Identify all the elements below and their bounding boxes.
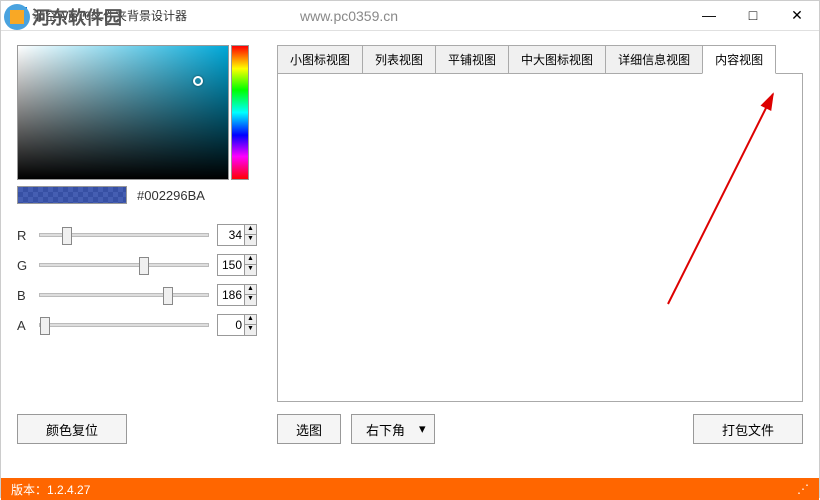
status-bar: 版本：1.2.4.27 ⋰ xyxy=(1,478,819,500)
slider-thumb-g[interactable] xyxy=(139,257,149,275)
tab-1[interactable]: 列表视图 xyxy=(362,45,436,74)
reset-color-button[interactable]: 颜色复位 xyxy=(17,414,127,444)
chevron-down-icon: ▾ xyxy=(419,421,426,437)
tab-0[interactable]: 小图标视图 xyxy=(277,45,363,74)
color-swatch xyxy=(17,186,127,204)
annotation-arrow xyxy=(658,84,798,314)
watermark-url: www.pc0359.cn xyxy=(300,8,398,24)
version-text: 版本：1.2.4.27 xyxy=(11,481,90,498)
dropdown-value: 右下角 xyxy=(366,420,405,439)
hue-slider[interactable] xyxy=(231,45,249,180)
slider-label-g: G xyxy=(17,258,31,273)
minimize-button[interactable]: — xyxy=(687,1,731,29)
input-g[interactable]: 150▲▼ xyxy=(217,254,257,276)
tab-2[interactable]: 平铺视图 xyxy=(435,45,509,74)
spin-down-icon[interactable]: ▼ xyxy=(244,325,256,335)
spin-up-icon[interactable]: ▲ xyxy=(244,225,256,235)
watermark-logo xyxy=(2,2,32,32)
tab-3[interactable]: 中大图标视图 xyxy=(508,45,606,74)
spin-down-icon[interactable]: ▼ xyxy=(244,265,256,275)
slider-a[interactable] xyxy=(39,323,209,327)
close-button[interactable]: ✕ xyxy=(775,1,819,29)
pack-file-button[interactable]: 打包文件 xyxy=(693,414,803,444)
resize-grip-icon[interactable]: ⋰ xyxy=(797,482,809,496)
spin-up-icon[interactable]: ▲ xyxy=(244,285,256,295)
hex-value: #002296BA xyxy=(137,188,205,203)
slider-label-b: B xyxy=(17,288,31,303)
color-picker-handle[interactable] xyxy=(193,76,203,86)
spin-down-icon[interactable]: ▼ xyxy=(244,235,256,245)
tab-5[interactable]: 内容视图 xyxy=(702,45,776,74)
slider-thumb-b[interactable] xyxy=(163,287,173,305)
maximize-button[interactable]: □ xyxy=(731,1,775,29)
slider-label-a: A xyxy=(17,318,31,333)
input-b[interactable]: 186▲▼ xyxy=(217,284,257,306)
watermark-text: 河东软件园 xyxy=(32,4,122,30)
input-r[interactable]: 34▲▼ xyxy=(217,224,257,246)
color-picker-canvas[interactable] xyxy=(17,45,229,180)
slider-thumb-a[interactable] xyxy=(40,317,50,335)
watermark-overlay: 河东软件园 xyxy=(2,2,122,32)
spin-up-icon[interactable]: ▲ xyxy=(244,255,256,265)
preview-area xyxy=(277,73,803,402)
slider-b[interactable] xyxy=(39,293,209,297)
title-bar: 非空Win10文件夹背景设计器 — □ ✕ xyxy=(1,1,819,31)
slider-r[interactable] xyxy=(39,233,209,237)
input-a[interactable]: 0▲▼ xyxy=(217,314,257,336)
position-dropdown[interactable]: 右下角 ▾ xyxy=(351,414,435,444)
slider-g[interactable] xyxy=(39,263,209,267)
slider-thumb-r[interactable] xyxy=(62,227,72,245)
slider-label-r: R xyxy=(17,228,31,243)
spin-up-icon[interactable]: ▲ xyxy=(244,315,256,325)
spin-down-icon[interactable]: ▼ xyxy=(244,295,256,305)
tab-4[interactable]: 详细信息视图 xyxy=(605,45,703,74)
choose-image-button[interactable]: 选图 xyxy=(277,414,341,444)
